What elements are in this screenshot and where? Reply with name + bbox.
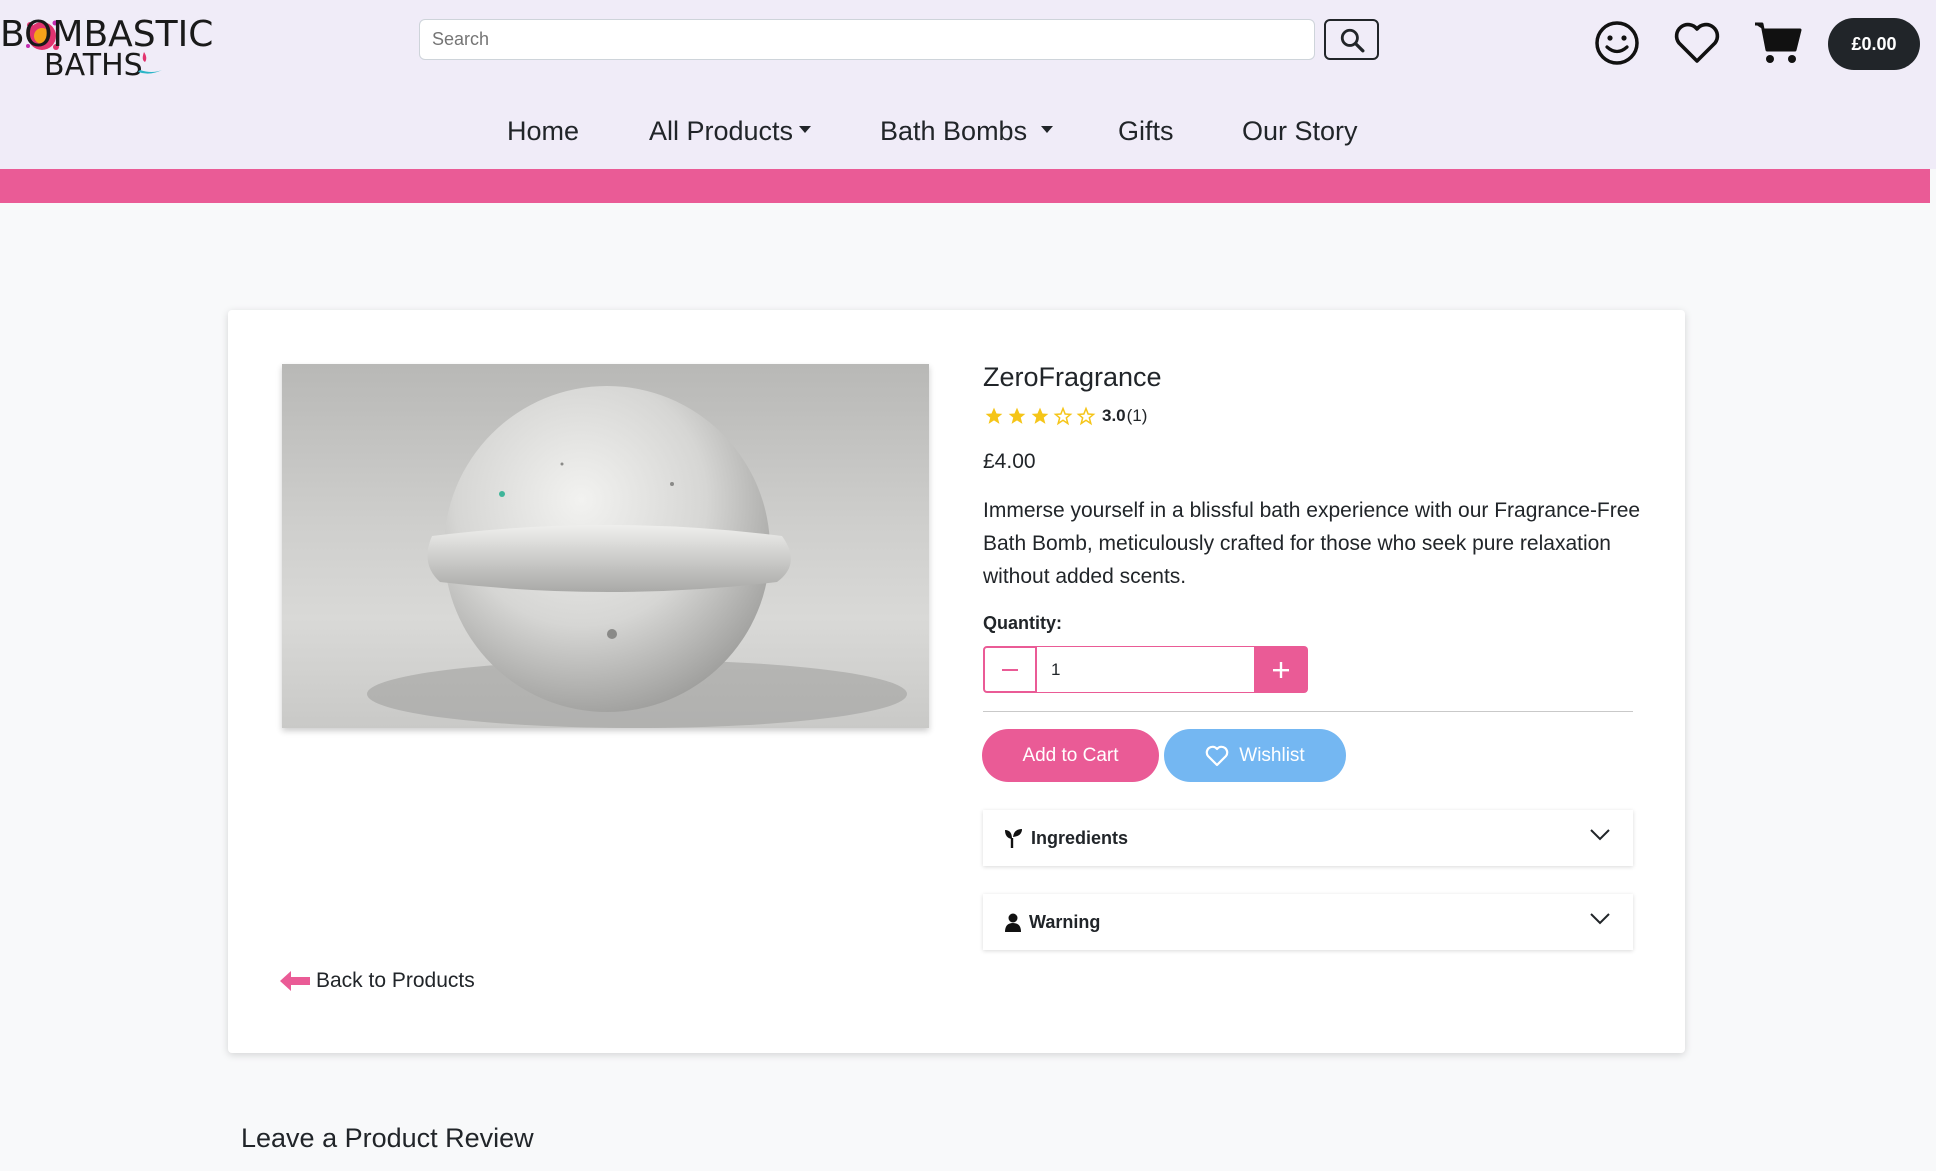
- product-rating: 3.0 (1): [983, 406, 1147, 426]
- heart-icon: [1674, 22, 1720, 63]
- quantity-decrement-button[interactable]: [983, 646, 1037, 693]
- accordion-warning[interactable]: Warning: [983, 894, 1633, 950]
- search-button[interactable]: [1324, 19, 1379, 60]
- accordion-title: Ingredients: [1031, 827, 1129, 848]
- nav-label: Home: [507, 116, 580, 146]
- wishlist-label: Wishlist: [1239, 744, 1305, 766]
- promo-bar: [0, 169, 1930, 203]
- logo-text-line2: BATHS: [44, 48, 143, 83]
- nav-item-gifts[interactable]: Gifts: [1118, 116, 1174, 147]
- product-price: £4.00: [983, 450, 1036, 473]
- person-icon: [1005, 913, 1021, 932]
- rating-value: 3.0: [1102, 406, 1126, 425]
- chevron-down-icon: [1590, 913, 1610, 925]
- quantity-increment-button[interactable]: [1254, 646, 1308, 693]
- search-icon: [1340, 28, 1364, 52]
- search-input[interactable]: [420, 20, 1314, 59]
- quantity-input[interactable]: 1: [1037, 646, 1255, 693]
- smiley-icon: [1595, 21, 1639, 65]
- quantity-label: Quantity:: [983, 613, 1062, 633]
- review-section-heading: Leave a Product Review: [241, 1123, 534, 1153]
- nav-label: All Products: [649, 116, 794, 146]
- nav-label: Gifts: [1118, 116, 1174, 146]
- wishlist-button[interactable]: Wishlist: [1164, 729, 1346, 782]
- star-empty-icon: [1076, 406, 1096, 426]
- site-header: BOMBASTIC BATHS £0.0: [0, 0, 1936, 169]
- plus-icon: [1273, 661, 1289, 678]
- accordion-title: Warning: [1029, 911, 1101, 932]
- logo-drop-icon: [138, 52, 162, 74]
- star-filled-icon: [985, 407, 1003, 424]
- nav-item-all-products[interactable]: All Products: [649, 116, 812, 147]
- nav-label: Bath Bombs: [880, 116, 1028, 146]
- review-count[interactable]: (1): [1127, 406, 1148, 426]
- back-to-products-link[interactable]: Back to Products: [280, 969, 475, 993]
- star-filled-icon: [1031, 407, 1049, 424]
- cart-icon: [1755, 22, 1802, 63]
- arrow-left-icon: [280, 971, 310, 991]
- heart-outline-icon: [1205, 745, 1229, 766]
- divider: [983, 711, 1633, 712]
- wishlist-nav-button[interactable]: [1669, 18, 1725, 68]
- cart-button[interactable]: [1750, 18, 1806, 68]
- bath-bomb-image: [367, 386, 907, 728]
- caret-down-icon: [799, 126, 812, 134]
- product-card: ZeroFragrance 3.0 (1) £4.00 Immerse yours…: [228, 310, 1685, 1053]
- product-title: ZeroFragrance: [983, 362, 1162, 392]
- product-image: [282, 364, 929, 728]
- product-description: Immerse yourself in a blissful bath expe…: [983, 499, 1641, 588]
- add-to-cart-label: Add to Cart: [1022, 744, 1119, 766]
- back-link-label: Back to Products: [316, 969, 475, 992]
- main-nav: Home All Products Bath Bombs Gifts Our S…: [0, 108, 1936, 156]
- nav-label: Our Story: [1242, 116, 1358, 146]
- nav-item-home[interactable]: Home: [507, 116, 579, 147]
- nav-item-our-story[interactable]: Our Story: [1242, 116, 1358, 147]
- nav-item-bath-bombs[interactable]: Bath Bombs: [880, 116, 1054, 147]
- accordion-ingredients[interactable]: Ingredients: [983, 810, 1633, 866]
- chevron-down-icon: [1590, 829, 1610, 841]
- minus-icon: [1002, 668, 1018, 671]
- cart-total-badge[interactable]: £0.00: [1828, 18, 1920, 70]
- search-box: [419, 19, 1315, 60]
- account-button[interactable]: [1589, 18, 1645, 68]
- site-logo[interactable]: BOMBASTIC BATHS: [0, 6, 213, 86]
- sprout-icon: [1005, 829, 1022, 848]
- star-filled-icon: [1008, 407, 1026, 424]
- caret-down-icon: [1041, 126, 1054, 134]
- add-to-cart-button[interactable]: Add to Cart: [982, 729, 1159, 782]
- star-empty-icon: [1053, 406, 1073, 426]
